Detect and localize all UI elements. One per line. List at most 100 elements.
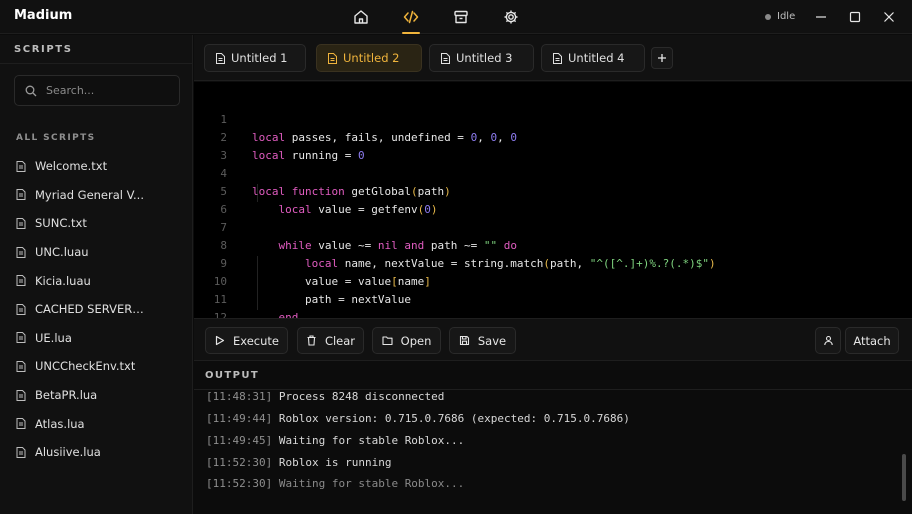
sidebar-title: SCRIPTS [14, 44, 73, 55]
file-icon [16, 189, 26, 201]
app-title: Madium [14, 8, 73, 23]
trash-icon [307, 335, 316, 346]
code-line: 2 local running = 0 [194, 111, 912, 162]
file-icon [16, 446, 26, 458]
code-line: 10 path = nextValue [194, 255, 912, 306]
script-item[interactable]: CACHED SERVERH... [0, 295, 192, 324]
search-input[interactable] [46, 84, 166, 97]
script-label: UNC.luau [35, 245, 89, 260]
log-message: Roblox version: 0.715.0.7686 (expected: … [278, 412, 630, 425]
sidebar: SCRIPTS ALL SCRIPTS Welcome.txt Myriad G… [0, 35, 193, 514]
minimize-icon [816, 16, 826, 18]
log-line: [11:49:45] Waiting for stable Roblox... [206, 434, 896, 447]
log-message: Waiting for stable Roblox... [278, 434, 465, 447]
archive-icon [454, 10, 468, 24]
code-line: 8 local name, nextValue = string.match(p… [194, 219, 912, 270]
script-item[interactable]: UE.lua [0, 324, 192, 353]
code-line: 7 while value ~= nil and path ~= "" do [194, 201, 912, 252]
tab-label: Untitled 3 [456, 51, 513, 65]
script-item[interactable]: Welcome.txt [0, 152, 192, 181]
execute-label: Execute [233, 333, 279, 348]
tab-untitled-1[interactable]: Untitled 1 [204, 44, 306, 72]
file-icon [553, 52, 562, 64]
divider [0, 63, 192, 64]
script-search[interactable] [14, 75, 180, 106]
user-icon [823, 335, 833, 346]
title-bar: Madium Idle [0, 0, 912, 34]
minimize-button[interactable] [804, 0, 838, 34]
script-item[interactable]: Atlas.lua [0, 409, 192, 438]
tab-untitled-4[interactable]: Untitled 4 [541, 44, 645, 72]
maximize-button[interactable] [838, 0, 872, 34]
nav-settings-button[interactable] [486, 0, 536, 34]
tab-untitled-3[interactable]: Untitled 3 [429, 44, 534, 72]
output-scrollbar[interactable] [902, 454, 906, 501]
main-nav [336, 0, 536, 34]
gear-icon [504, 10, 518, 24]
new-tab-button[interactable] [651, 47, 673, 69]
clear-label: Clear [324, 333, 356, 348]
code-editor[interactable]: 1 local passes, fails, undefined = 0, 0,… [194, 82, 912, 318]
action-toolbar: Execute Clear Open Save Attach [194, 318, 912, 361]
nav-hub-button[interactable] [436, 0, 486, 34]
log-timestamp: [11:48:31] [206, 390, 273, 403]
status-label: Idle [777, 11, 796, 22]
clear-button[interactable]: Clear [297, 327, 364, 354]
script-item[interactable]: Kicia.luau [0, 266, 192, 295]
play-icon [215, 335, 225, 346]
file-icon [16, 332, 26, 344]
tab-untitled-2[interactable]: Untitled 2 [316, 44, 422, 72]
connection-status: Idle [765, 11, 795, 22]
script-item[interactable]: BetaPR.lua [0, 381, 192, 410]
folder-icon [382, 336, 393, 346]
script-item[interactable]: SUNC.txt [0, 209, 192, 238]
log-timestamp: [11:52:30] [206, 477, 273, 490]
open-label: Open [400, 333, 432, 348]
tab-label: Untitled 4 [568, 51, 625, 65]
tab-bar: Untitled 1 Untitled 2 Untitled 3 Untitle… [194, 35, 912, 81]
open-button[interactable]: Open [372, 327, 441, 354]
status-dot [765, 13, 771, 20]
script-item[interactable]: Alusiive.lua [0, 438, 192, 467]
attach-label: Attach [853, 333, 891, 348]
nav-editor-button[interactable] [386, 0, 436, 34]
code-line: 11 end [194, 273, 912, 318]
script-label: Welcome.txt [35, 159, 108, 174]
script-label: Myriad General V... [35, 187, 144, 202]
search-icon [25, 85, 37, 96]
execute-button[interactable]: Execute [205, 327, 288, 354]
log-line: [11:52:30] Roblox is running [206, 456, 896, 469]
plus-icon [658, 54, 666, 62]
code-icon [403, 10, 419, 24]
script-label: Atlas.lua [35, 416, 85, 431]
nav-home-button[interactable] [336, 0, 386, 34]
attach-button[interactable]: Attach [845, 327, 899, 354]
script-item[interactable]: Myriad General V... [0, 181, 192, 210]
script-item[interactable]: UNCCheckEnv.txt [0, 352, 192, 381]
file-icon [16, 246, 26, 258]
script-label: Alusiive.lua [35, 445, 101, 460]
script-item[interactable]: UNC.luau [0, 238, 192, 267]
log-timestamp: [11:49:44] [206, 412, 273, 425]
log-line: [11:48:31] Process 8248 disconnected [206, 390, 896, 403]
code-line: 1 local passes, fails, undefined = 0, 0,… [194, 93, 912, 144]
log-line: [11:52:30] Waiting for stable Roblox... [206, 477, 896, 490]
script-list: Welcome.txt Myriad General V... SUNC.txt… [0, 152, 192, 467]
script-label: UNCCheckEnv.txt [35, 359, 136, 374]
file-icon [16, 303, 26, 315]
file-icon [16, 160, 26, 172]
log-line: [11:49:44] Roblox version: 0.715.0.7686 … [206, 412, 896, 425]
script-label: SUNC.txt [35, 216, 87, 231]
output-panel: OUTPUT [11:48:31] Process 8248 disconnec… [194, 362, 912, 514]
file-icon [16, 275, 26, 287]
file-icon [328, 52, 337, 64]
user-button[interactable] [815, 327, 841, 354]
save-button[interactable]: Save [449, 327, 516, 354]
script-label: Kicia.luau [35, 273, 91, 288]
close-button[interactable] [872, 0, 906, 34]
file-icon [16, 418, 26, 430]
code-line: 6 [194, 183, 912, 216]
script-label: BetaPR.lua [35, 388, 98, 403]
save-icon [459, 335, 469, 346]
tab-label: Untitled 2 [343, 51, 400, 65]
